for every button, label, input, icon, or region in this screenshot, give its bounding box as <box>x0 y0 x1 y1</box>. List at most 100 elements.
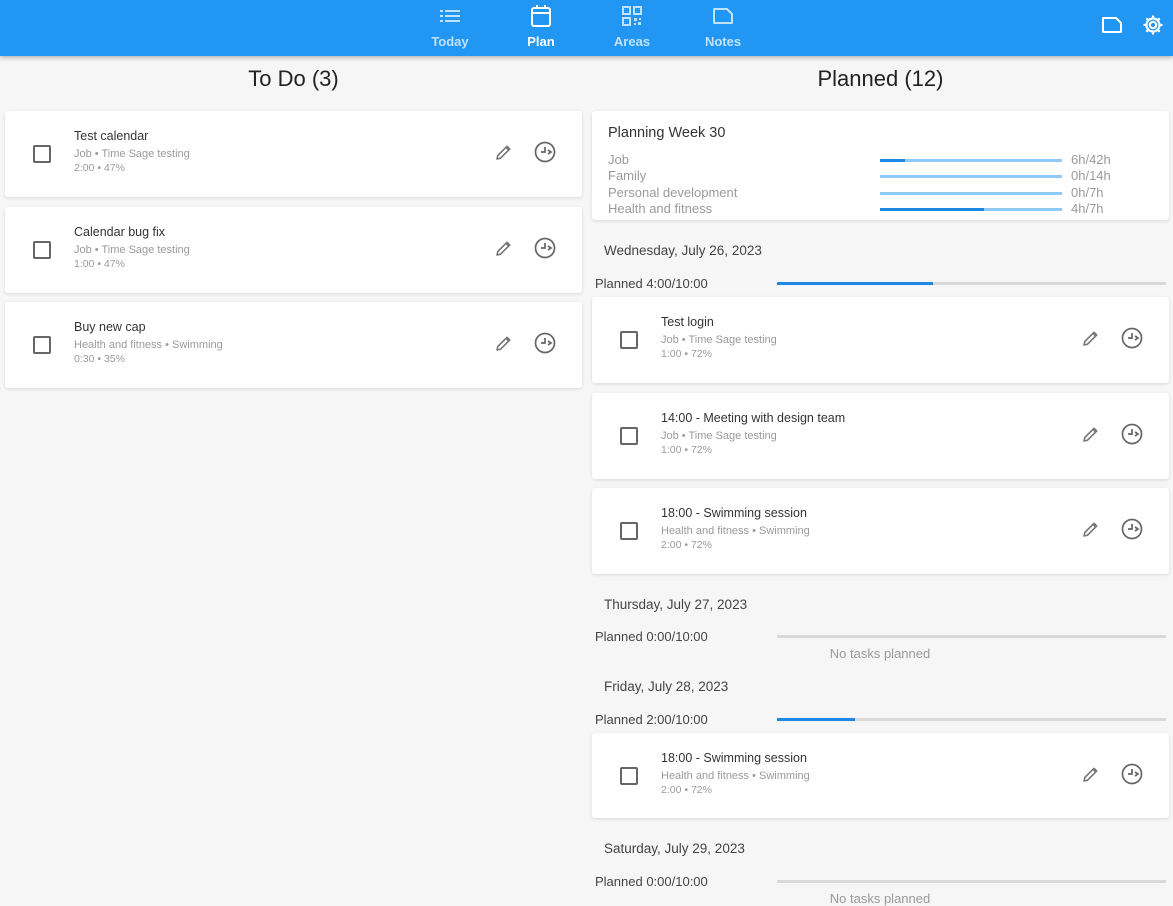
task-meta: 2:00 • 72% <box>661 539 712 551</box>
task-checkbox[interactable] <box>620 427 638 445</box>
nav-today[interactable]: Today <box>415 0 485 56</box>
todo-task-card: Buy new cap Health and fitness • Swimmin… <box>5 302 582 388</box>
schedule-button[interactable] <box>1120 517 1144 546</box>
task-meta: 1:00 • 72% <box>661 444 712 456</box>
pencil-icon <box>1081 519 1101 544</box>
timer-icon <box>1120 762 1144 791</box>
area-progress-bar <box>880 192 1062 195</box>
planned-task-card: 14:00 - Meeting with design team Job • T… <box>592 393 1169 479</box>
timer-icon <box>1120 326 1144 355</box>
edit-button[interactable] <box>1080 765 1102 787</box>
task-checkbox[interactable] <box>620 331 638 349</box>
nav-today-label: Today <box>431 34 469 49</box>
schedule-button[interactable] <box>1120 762 1144 791</box>
gear-icon <box>1141 13 1165 42</box>
task-checkbox[interactable] <box>620 767 638 785</box>
area-name: Family <box>608 168 647 183</box>
no-tasks-text: No tasks planned <box>829 891 931 906</box>
task-title: Calendar bug fix <box>74 225 166 239</box>
schedule-button[interactable] <box>1120 422 1144 451</box>
day-progress-fill <box>777 718 855 721</box>
task-title: 14:00 - Meeting with design team <box>661 411 846 425</box>
day-progress-bar <box>777 635 1166 638</box>
pencil-icon <box>494 238 514 263</box>
edit-button[interactable] <box>493 143 515 165</box>
task-title: Buy new cap <box>74 320 146 334</box>
notes-action-button[interactable] <box>1099 14 1125 40</box>
schedule-button[interactable] <box>533 236 557 265</box>
day-progress-bar <box>777 282 1166 285</box>
settings-button[interactable] <box>1140 14 1166 40</box>
nav-areas[interactable]: Areas <box>597 0 667 56</box>
schedule-button[interactable] <box>533 331 557 360</box>
area-hours: 0h/14h <box>1071 168 1111 183</box>
planned-task-card: Test login Job • Time Sage testing 1:00 … <box>592 297 1169 383</box>
pencil-icon <box>494 333 514 358</box>
day-progress-bar <box>777 880 1166 883</box>
nav-notes[interactable]: Notes <box>688 0 758 56</box>
edit-button[interactable] <box>1080 425 1102 447</box>
task-area: Job • Time Sage testing <box>661 334 777 346</box>
planned-task-card: 18:00 - Swimming session Health and fitn… <box>592 733 1169 818</box>
top-app-bar: Today Plan Areas Notes <box>0 0 1173 56</box>
area-progress-bar <box>880 208 1062 211</box>
task-title: Test login <box>661 315 714 329</box>
note-icon <box>711 4 735 28</box>
task-area: Health and fitness • Swimming <box>661 525 810 537</box>
area-name: Job <box>608 152 629 167</box>
area-progress-row: Job 6h/42h <box>608 152 1158 168</box>
edit-button[interactable] <box>493 239 515 261</box>
task-area: Health and fitness • Swimming <box>74 339 223 351</box>
day-planned-time: Planned 2:00/10:00 <box>595 712 708 727</box>
todo-task-card: Calendar bug fix Job • Time Sage testing… <box>5 207 582 293</box>
task-checkbox[interactable] <box>33 241 51 259</box>
edit-button[interactable] <box>1080 329 1102 351</box>
planned-task-card: 18:00 - Swimming session Health and fitn… <box>592 488 1169 574</box>
day-planned-time: Planned 0:00/10:00 <box>595 629 708 644</box>
day-planned-time: Planned 0:00/10:00 <box>595 874 708 889</box>
area-progress-bar <box>880 159 1062 162</box>
task-checkbox[interactable] <box>33 336 51 354</box>
schedule-button[interactable] <box>533 141 557 166</box>
day-progress-fill <box>777 282 933 285</box>
timer-icon <box>1120 422 1144 451</box>
area-progress-row: Personal development 0h/7h <box>608 185 1158 201</box>
note-icon <box>1101 15 1123 40</box>
calendar-icon <box>529 4 553 28</box>
nav-notes-label: Notes <box>704 34 742 49</box>
list-icon <box>438 4 462 28</box>
task-checkbox[interactable] <box>33 145 51 163</box>
planning-week-card[interactable]: Planning Week 30 Job 6h/42h Family 0h/14… <box>592 111 1169 220</box>
edit-button[interactable] <box>1080 520 1102 542</box>
task-area: Job • Time Sage testing <box>661 430 777 442</box>
edit-button[interactable] <box>493 334 515 356</box>
nav-plan[interactable]: Plan <box>506 0 576 56</box>
area-name: Health and fitness <box>608 201 713 216</box>
pencil-icon <box>1081 424 1101 449</box>
day-header: Wednesday, July 26, 2023 <box>604 243 762 258</box>
todo-task-card: Test calendar Job • Time Sage testing 2:… <box>5 111 582 197</box>
day-planned-time: Planned 4:00/10:00 <box>595 276 708 291</box>
task-meta: 2:00 • 47% <box>74 162 125 174</box>
nav-areas-label: Areas <box>613 34 651 49</box>
area-progress-row: Family 0h/14h <box>608 168 1158 184</box>
area-hours: 4h/7h <box>1071 201 1104 216</box>
timer-icon <box>533 331 557 360</box>
area-progress-bar <box>880 175 1062 178</box>
task-title: 18:00 - Swimming session <box>661 506 807 520</box>
schedule-button[interactable] <box>1120 326 1144 355</box>
planning-week-title: Planning Week 30 <box>608 125 726 141</box>
todo-column-title: To Do (3) <box>248 66 339 91</box>
task-area: Job • Time Sage testing <box>74 148 190 160</box>
task-meta: 1:00 • 72% <box>661 348 712 360</box>
task-checkbox[interactable] <box>620 522 638 540</box>
task-title: 18:00 - Swimming session <box>661 751 807 765</box>
timer-icon <box>533 236 557 265</box>
timer-icon <box>1120 517 1144 546</box>
day-progress-bar <box>777 718 1166 721</box>
grid-icon <box>620 4 644 28</box>
day-header: Saturday, July 29, 2023 <box>604 841 745 856</box>
task-area: Health and fitness • Swimming <box>661 770 810 782</box>
task-area: Job • Time Sage testing <box>74 244 190 256</box>
pencil-icon <box>1081 764 1101 789</box>
